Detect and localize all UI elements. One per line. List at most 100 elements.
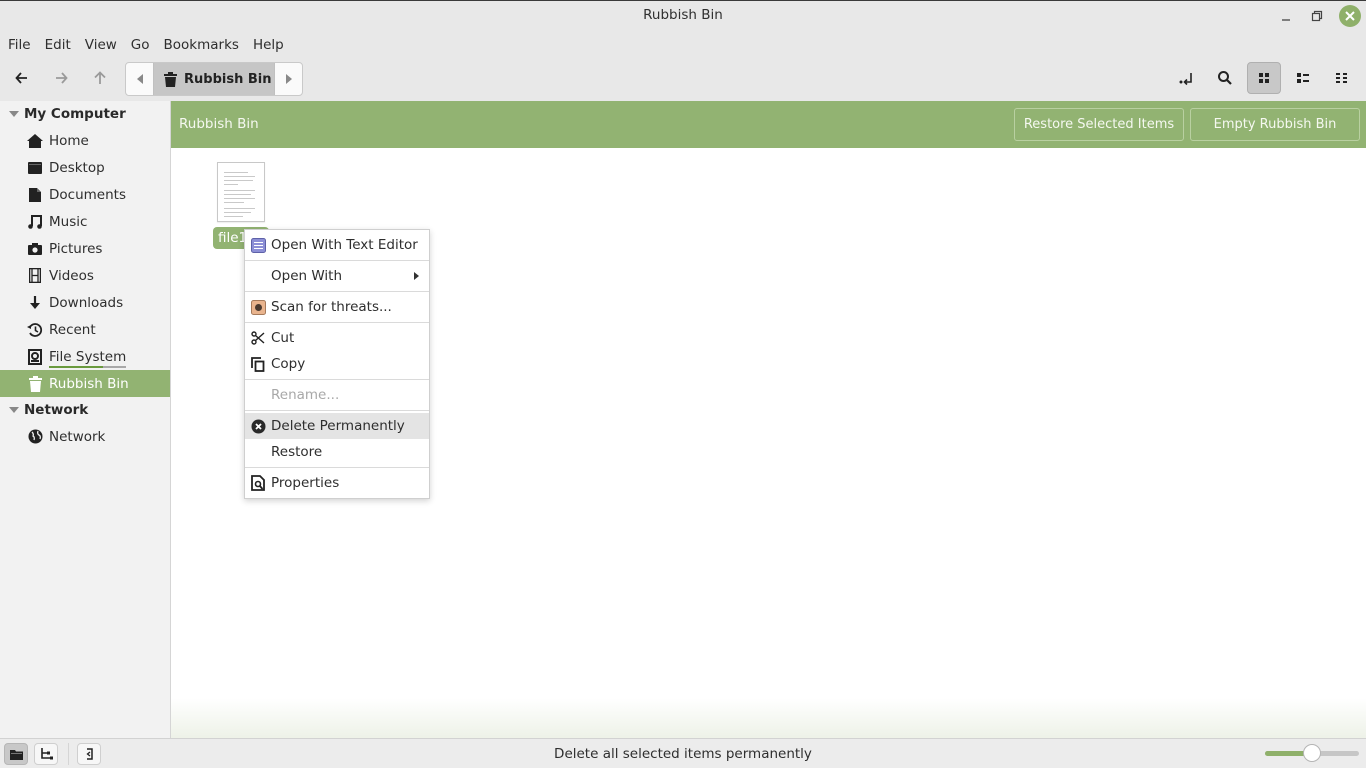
menu-delete-permanently[interactable]: Delete Permanently xyxy=(245,413,429,439)
sidebar-item-rubbish-bin[interactable]: Rubbish Bin xyxy=(0,370,170,397)
copy-icon xyxy=(250,356,266,372)
document-icon xyxy=(27,187,43,203)
antivirus-icon xyxy=(250,299,266,315)
path-crumb-label: Rubbish Bin xyxy=(184,71,272,87)
menu-open-with[interactable]: Open With xyxy=(245,263,429,289)
globe-icon xyxy=(27,429,43,445)
list-view-button[interactable] xyxy=(1286,62,1320,94)
camera-icon xyxy=(27,241,43,257)
menu-cut[interactable]: Cut xyxy=(245,325,429,351)
film-icon xyxy=(27,268,43,284)
menu-item-label: Properties xyxy=(271,475,340,491)
sidebar-section-title: Network xyxy=(24,402,89,418)
search-button[interactable] xyxy=(1208,62,1242,94)
arrow-up-icon xyxy=(94,71,106,84)
zoom-slider[interactable] xyxy=(1265,744,1359,762)
menu-separator xyxy=(245,379,429,380)
grid-view-icon xyxy=(1259,73,1269,83)
menu-bar: File Edit View Go Bookmarks Help xyxy=(0,31,1366,58)
menu-restore[interactable]: Restore xyxy=(245,439,429,465)
sidebar-section-network[interactable]: Network xyxy=(0,397,170,423)
zoom-slider-handle[interactable] xyxy=(1303,744,1321,762)
sidebar-item-home[interactable]: Home xyxy=(0,127,170,154)
properties-icon xyxy=(250,475,266,491)
forward-button[interactable] xyxy=(44,62,78,94)
close-window-button[interactable] xyxy=(1339,5,1361,27)
sidebar-item-network[interactable]: Network xyxy=(0,423,170,450)
sidebar-item-music[interactable]: Music xyxy=(0,208,170,235)
restore-selected-items-button[interactable]: Restore Selected Items xyxy=(1014,108,1184,141)
menu-separator xyxy=(245,291,429,292)
compact-view-icon xyxy=(1336,73,1347,83)
music-icon xyxy=(27,214,43,230)
restore-window-button[interactable] xyxy=(1306,5,1328,27)
restore-window-icon xyxy=(1311,10,1323,22)
infobar-label: Rubbish Bin xyxy=(179,116,259,132)
menu-help[interactable]: Help xyxy=(246,37,291,53)
menu-item-label: Scan for threats... xyxy=(271,299,392,315)
sidebar-item-downloads[interactable]: Downloads xyxy=(0,289,170,316)
up-button[interactable] xyxy=(83,62,117,94)
disk-usage-bar xyxy=(49,365,127,368)
status-bar: Delete all selected items permanently xyxy=(0,738,1366,768)
minimize-button[interactable] xyxy=(1275,5,1297,27)
menu-rename[interactable]: Rename... xyxy=(245,382,429,408)
back-button[interactable] xyxy=(5,62,39,94)
arrow-right-icon xyxy=(56,72,68,84)
sidebar-item-label: File System xyxy=(49,349,127,368)
sidebar-item-videos[interactable]: Videos xyxy=(0,262,170,289)
sidebar-item-label: Downloads xyxy=(49,294,124,311)
drive-icon xyxy=(27,348,43,365)
menu-go[interactable]: Go xyxy=(124,37,157,53)
sidebar-item-pictures[interactable]: Pictures xyxy=(0,235,170,262)
menu-item-label: Open With Text Editor xyxy=(271,237,418,253)
menu-item-label: Delete Permanently xyxy=(271,418,405,434)
sidebar-item-label: Network xyxy=(49,428,106,445)
expand-triangle-icon xyxy=(9,111,19,117)
caret-right-icon xyxy=(285,74,292,84)
menu-separator xyxy=(245,260,429,261)
sidebar-section-my-computer[interactable]: My Computer xyxy=(0,101,170,127)
sidebar-item-label: Desktop xyxy=(49,159,105,176)
location-entry-icon xyxy=(1179,73,1192,86)
menu-bookmarks[interactable]: Bookmarks xyxy=(157,37,246,53)
toggle-location-entry-button[interactable] xyxy=(1169,62,1203,94)
file-thumbnail[interactable] xyxy=(217,162,265,222)
search-icon xyxy=(1218,71,1232,85)
menu-item-label: Cut xyxy=(271,330,295,346)
sidebar-item-recent[interactable]: Recent xyxy=(0,316,170,343)
sidebar-item-desktop[interactable]: Desktop xyxy=(0,154,170,181)
sidebar-item-file-system[interactable]: File System xyxy=(0,343,170,370)
toolbar: Rubbish Bin xyxy=(0,58,1366,101)
menu-edit[interactable]: Edit xyxy=(38,37,78,53)
list-view-icon xyxy=(1297,73,1309,83)
sidebar-item-label: Pictures xyxy=(49,240,103,257)
icon-view-button[interactable] xyxy=(1247,62,1281,94)
menu-view[interactable]: View xyxy=(78,37,124,53)
path-scroll-right-button[interactable] xyxy=(275,63,302,95)
empty-rubbish-bin-button[interactable]: Empty Rubbish Bin xyxy=(1190,108,1360,141)
caret-left-icon xyxy=(136,74,143,84)
submenu-arrow-icon xyxy=(414,272,419,280)
sidebar-section-title: My Computer xyxy=(24,106,126,122)
expand-triangle-icon xyxy=(9,407,19,413)
minimize-icon xyxy=(1282,19,1290,21)
sidebar-item-documents[interactable]: Documents xyxy=(0,181,170,208)
menu-scan-for-threats[interactable]: Scan for threats... xyxy=(245,294,429,320)
path-bar: Rubbish Bin xyxy=(125,62,303,96)
window-title: Rubbish Bin xyxy=(643,7,723,23)
menu-properties[interactable]: Properties xyxy=(245,470,429,496)
arrow-left-icon xyxy=(15,72,27,84)
title-bar: Rubbish Bin xyxy=(0,0,1366,31)
menu-copy[interactable]: Copy xyxy=(245,351,429,377)
menu-item-label: Rename... xyxy=(271,387,340,403)
compact-view-button[interactable] xyxy=(1325,62,1359,94)
menu-separator xyxy=(245,467,429,468)
menu-file[interactable]: File xyxy=(1,37,38,53)
path-scroll-left-button[interactable] xyxy=(126,63,153,95)
path-crumb-rubbish-bin[interactable]: Rubbish Bin xyxy=(153,63,275,95)
sidebar: My Computer Home Desktop Documents Music… xyxy=(0,101,171,738)
menu-open-with-text-editor[interactable]: Open With Text Editor xyxy=(245,232,429,258)
trash-icon xyxy=(164,71,177,87)
home-icon xyxy=(27,133,43,149)
